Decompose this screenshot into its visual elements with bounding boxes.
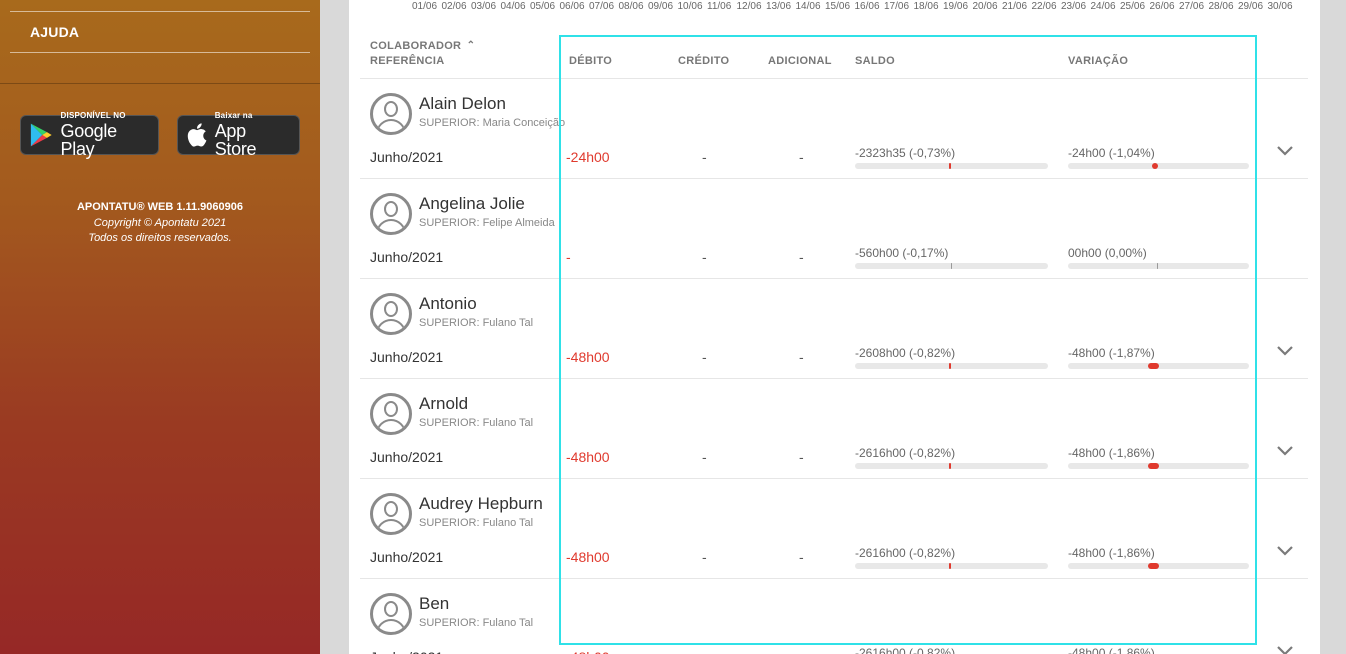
date-label: 02/06	[441, 1, 467, 12]
date-label: 19/06	[943, 1, 969, 12]
date-label: 29/06	[1238, 1, 1264, 12]
google-play-small-label: DISPONÍVEL NO	[60, 111, 126, 120]
date-label: 09/06	[648, 1, 674, 12]
date-label: 15/06	[825, 1, 851, 12]
apple-icon	[187, 123, 207, 147]
date-label: 10/06	[677, 1, 703, 12]
chevron-down-icon[interactable]	[1276, 445, 1296, 465]
employee-name: Arnold	[419, 394, 469, 413]
reference-month: Junho/2021	[370, 649, 443, 654]
selection-highlight	[559, 35, 1257, 645]
date-label: 18/06	[913, 1, 939, 12]
employee-name: Angelina Jolie	[419, 194, 525, 213]
date-label: 14/06	[795, 1, 821, 12]
avatar-icon	[370, 593, 412, 635]
employee-superior: SUPERIOR: Fulano Tal	[419, 417, 534, 429]
date-label: 28/06	[1208, 1, 1234, 12]
employee-superior: SUPERIOR: Fulano Tal	[419, 517, 534, 529]
balance-value: -2616h00 (-0,82%)	[855, 646, 956, 654]
app-store-label: App Store	[214, 121, 257, 159]
date-label: 27/06	[1179, 1, 1205, 12]
avatar-icon	[370, 293, 412, 335]
date-label: 22/06	[1031, 1, 1057, 12]
google-play-label: Google Play	[60, 121, 118, 159]
employee-superior: SUPERIOR: Felipe Almeida	[419, 217, 555, 229]
reference-month: Junho/2021	[370, 549, 444, 565]
column-header-colaborador[interactable]: COLABORADOR ⌃	[370, 40, 475, 52]
date-label: 30/06	[1267, 1, 1293, 12]
copyright-label: Copyright © Apontatu 2021	[93, 216, 227, 229]
debit-value: -48h00	[566, 649, 610, 654]
sidebar: AJUDA DISPONÍVEL NO Google Play Baixar n…	[0, 0, 320, 654]
date-label: 01/06	[412, 1, 438, 12]
date-label: 05/06	[530, 1, 556, 12]
sidebar-item-help[interactable]: AJUDA	[30, 24, 79, 40]
employee-name: Audrey Hepburn	[419, 494, 543, 513]
app-store-button[interactable]: Baixar na App Store	[177, 111, 300, 159]
chevron-down-icon[interactable]	[1276, 145, 1296, 165]
colaborador-header-label: COLABORADOR	[370, 40, 462, 52]
date-label: 08/06	[618, 1, 644, 12]
credit-value: -	[702, 649, 707, 654]
employee-superior: SUPERIOR: Fulano Tal	[419, 617, 534, 629]
version-label: APONTATU® WEB 1.11.9060906	[76, 201, 244, 213]
additional-value: -	[799, 649, 804, 654]
sidebar-separator	[0, 83, 320, 84]
date-label: 11/06	[707, 1, 732, 12]
google-play-icon	[30, 123, 52, 147]
date-label: 12/06	[736, 1, 762, 12]
date-label: 16/06	[854, 1, 880, 12]
date-label: 03/06	[471, 1, 497, 12]
date-label: 26/06	[1149, 1, 1175, 12]
employee-name: Ben	[419, 594, 450, 613]
date-label: 04/06	[500, 1, 526, 12]
avatar-icon	[370, 93, 412, 135]
avatar-icon	[370, 193, 412, 235]
reference-month: Junho/2021	[370, 449, 444, 465]
date-label: 17/06	[884, 1, 910, 12]
scroll-gutter	[1320, 0, 1346, 654]
sidebar-divider	[10, 52, 310, 53]
chevron-down-icon[interactable]	[1276, 545, 1296, 565]
employee-name: Alain Delon	[419, 94, 506, 113]
chevron-down-icon[interactable]	[1276, 645, 1296, 654]
date-label: 25/06	[1120, 1, 1146, 12]
date-label: 13/06	[766, 1, 792, 12]
avatar-icon	[370, 393, 412, 435]
variation-value: -48h00 (-1,86%)	[1068, 646, 1155, 654]
reference-month: Junho/2021	[370, 249, 444, 265]
reference-month: Junho/2021	[370, 149, 444, 165]
chevron-down-icon[interactable]	[1276, 345, 1296, 365]
avatar-icon	[370, 493, 412, 535]
date-label: 21/06	[1002, 1, 1028, 12]
app-store-small-label: Baixar na	[214, 111, 253, 120]
employee-superior: SUPERIOR: Fulano Tal	[419, 317, 534, 329]
date-label: 23/06	[1061, 1, 1087, 12]
reference-month: Junho/2021	[370, 349, 444, 365]
date-axis: 01/06 02/06 03/06 04/06 05/06 06/06 07/06 08/06…	[412, 0, 1297, 13]
date-label: 07/06	[589, 1, 615, 12]
google-play-button[interactable]: DISPONÍVEL NO Google Play	[20, 111, 159, 159]
sort-icon: ⌃	[466, 40, 476, 51]
date-label: 20/06	[972, 1, 998, 12]
date-label: 24/06	[1090, 1, 1116, 12]
sidebar-divider	[10, 11, 310, 12]
date-label: 06/06	[559, 1, 585, 12]
employee-name: Antonio	[419, 294, 477, 313]
column-header-referencia: REFERÊNCIA	[370, 55, 445, 67]
employee-superior: SUPERIOR: Maria Conceição	[419, 117, 566, 129]
rights-label: Todos os direitos reservados.	[88, 232, 232, 244]
version-info: APONTATU® WEB 1.11.9060906 Copyright © A…	[0, 200, 320, 247]
